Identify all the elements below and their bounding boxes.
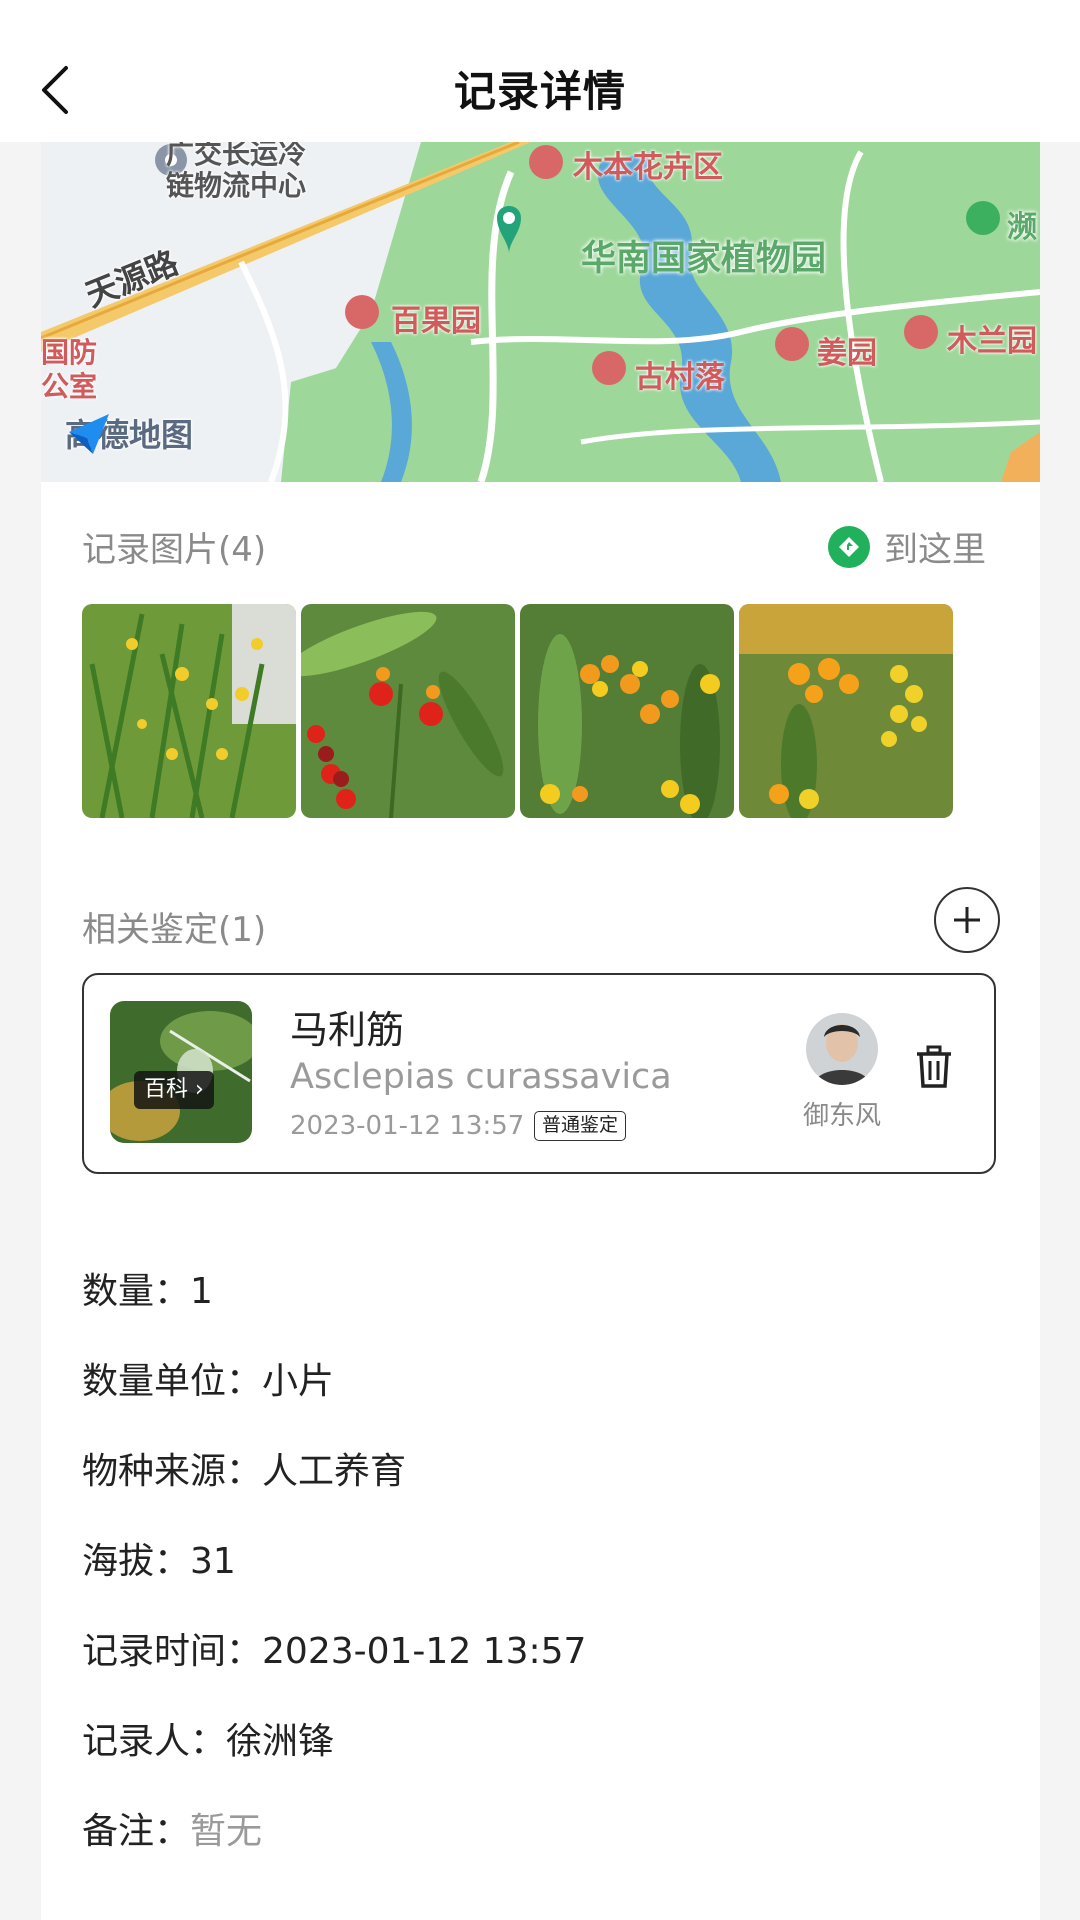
detail-quantity: 数量：1: [82, 1262, 213, 1314]
amap-logo: 高德地图: [65, 410, 193, 456]
identification-type-tag: 普通鉴定: [534, 1111, 627, 1141]
map-poi-ginger[interactable]: 姜园: [817, 328, 877, 372]
map-poi-flower[interactable]: 木本花卉区: [573, 142, 723, 186]
encyclopedia-badge[interactable]: 百科 ›: [134, 1071, 214, 1109]
detail-value: 2023-01-12 13:57: [262, 1631, 587, 1672]
record-photo-4[interactable]: [739, 604, 953, 818]
identification-datetime: 2023-01-12 13:57: [290, 1111, 525, 1141]
add-identification-button[interactable]: [934, 887, 1000, 953]
record-detail-card: 记录图片(4) 到这里 相关鉴定(1) 百科 › 马利筋 Asclepias c…: [41, 482, 1040, 1920]
photo-strip: [82, 604, 953, 818]
species-latin-name: Asclepias curassavica: [290, 1057, 672, 1097]
species-chinese-name: 马利筋: [290, 1008, 405, 1052]
detail-value: 人工养育: [262, 1451, 407, 1492]
detail-label: 记录时间：: [82, 1631, 263, 1672]
page-title: 记录详情: [453, 67, 626, 116]
plus-icon: [954, 907, 980, 933]
navigate-icon: [828, 525, 870, 568]
detail-value: 1: [190, 1271, 213, 1312]
detail-label: 记录人：: [82, 1721, 227, 1762]
map-poi-village[interactable]: 古村落: [635, 352, 725, 396]
amap-logo-icon: [69, 414, 109, 454]
detail-value: 徐洲锋: [226, 1721, 335, 1762]
record-photo-3[interactable]: [520, 604, 734, 818]
map-poi-magnolia[interactable]: 木兰园: [947, 316, 1037, 360]
map-label-edge-left-1: 国防: [41, 336, 98, 369]
detail-label: 物种来源：: [82, 1451, 263, 1492]
detail-label: 数量：: [82, 1271, 191, 1312]
detail-recorder: 记录人：徐洲锋: [82, 1712, 334, 1764]
map-label-edge-left-2: 公室: [41, 370, 98, 403]
user-avatar[interactable]: [806, 1013, 878, 1085]
top-nav-bar: 记录详情: [0, 0, 1080, 142]
identification-section-title: 相关鉴定(1): [82, 910, 267, 950]
navigate-label: 到这里: [884, 530, 986, 570]
detail-species-source: 物种来源：人工养育: [82, 1442, 406, 1494]
chevron-right-icon: ›: [195, 1077, 204, 1102]
map-label-edge-right: 濒: [1007, 210, 1037, 245]
detail-remarks: 备注：暂无: [82, 1802, 262, 1854]
detail-altitude: 海拔：31: [82, 1532, 236, 1584]
detail-value: 小片: [262, 1361, 335, 1402]
record-photo-2[interactable]: [301, 604, 515, 818]
identifier-username: 御东风: [802, 1101, 881, 1131]
photos-section-title: 记录图片(4): [82, 530, 267, 570]
detail-value: 暂无: [190, 1811, 263, 1852]
detail-label: 海拔：: [82, 1541, 191, 1582]
trash-icon[interactable]: [914, 1045, 954, 1089]
detail-label: 数量单位：: [82, 1361, 263, 1402]
map-poi-fruit[interactable]: 百果园: [391, 296, 481, 340]
detail-record-time: 记录时间：2023-01-12 13:57: [82, 1622, 586, 1674]
detail-label: 备注：: [82, 1811, 191, 1852]
navigate-here-button[interactable]: 到这里: [828, 522, 986, 571]
detail-value: 31: [190, 1541, 236, 1582]
identification-card[interactable]: 百科 › 马利筋 Asclepias curassavica 2023-01-1…: [82, 973, 996, 1174]
record-photo-1[interactable]: [82, 604, 296, 818]
map-label-logistics-1: 广交长运冷: [166, 142, 307, 170]
detail-quantity-unit: 数量单位：小片: [82, 1352, 334, 1404]
map-label-logistics-2: 链物流中心: [166, 169, 307, 202]
location-map[interactable]: 广交长运冷 链物流中心 木本花卉区 天源路 华南国家植物园 百果园 古村落 姜园…: [41, 142, 1040, 482]
encyclopedia-badge-label: 百科: [144, 1077, 189, 1102]
map-park-label[interactable]: 华南国家植物园: [581, 230, 826, 281]
